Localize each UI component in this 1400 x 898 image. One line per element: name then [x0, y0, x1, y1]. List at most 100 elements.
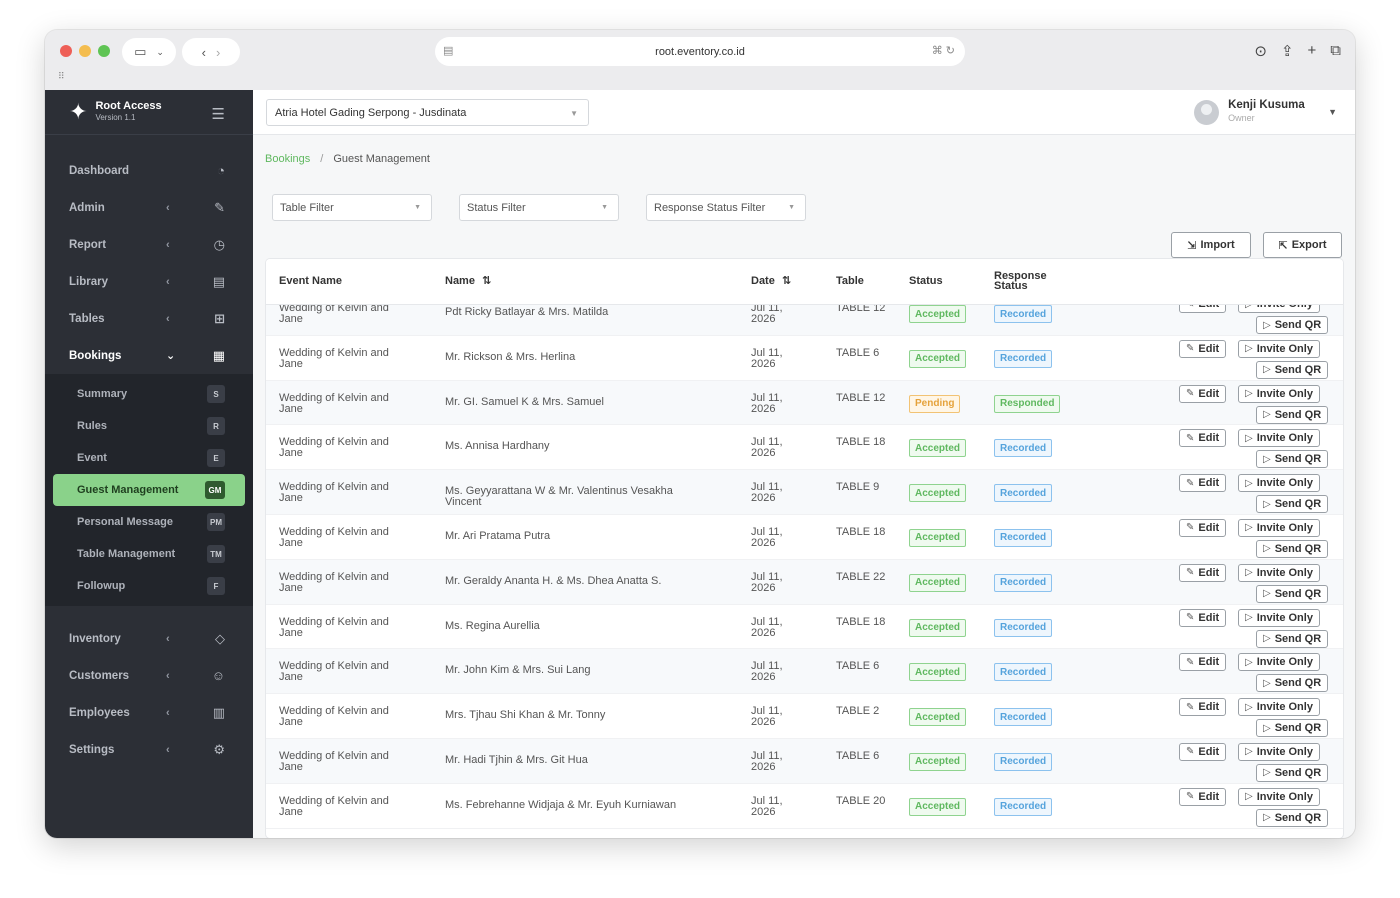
cell-name: Mr. Hadi Tjhin & Mrs. Git Hua: [445, 753, 588, 766]
send-icon: ▷: [1263, 677, 1271, 689]
invite-only-button[interactable]: ▷Invite Only: [1238, 608, 1320, 627]
edit-button[interactable]: ✎Edit: [1179, 608, 1227, 627]
hamburger-menu-icon[interactable]: ☰: [212, 105, 225, 123]
invite-only-button[interactable]: ▷Invite Only: [1238, 339, 1320, 358]
forward-icon[interactable]: ›: [216, 45, 220, 60]
invite-label: Invite Only: [1256, 342, 1313, 355]
invite-only-button[interactable]: ▷Invite Only: [1238, 384, 1320, 403]
table-filter-label: Table Filter: [280, 201, 334, 214]
subnav-item-followup[interactable]: Followup F: [45, 570, 253, 602]
send-qr-button[interactable]: ▷ Send QR: [1256, 360, 1329, 379]
send-qr-button[interactable]: ▷ Send QR: [1256, 763, 1329, 782]
import-button[interactable]: ⇲ Import: [1171, 232, 1251, 258]
export-button[interactable]: ⇱ Export: [1263, 232, 1342, 258]
send-qr-button[interactable]: ▷ Send QR: [1256, 405, 1329, 424]
edit-button[interactable]: ✎Edit: [1179, 698, 1227, 717]
sidebar-item-dashboard[interactable]: Dashboard ◔: [45, 152, 253, 189]
invite-only-button[interactable]: ▷Invite Only: [1238, 787, 1320, 806]
invite-only-button[interactable]: ▷Invite Only: [1238, 429, 1320, 448]
send-icon: ▷: [1263, 364, 1271, 376]
edit-button[interactable]: ✎Edit: [1179, 384, 1227, 403]
download-icon[interactable]: ⊙: [1254, 42, 1267, 60]
send-qr-button[interactable]: ▷ Send QR: [1256, 719, 1329, 738]
edit-button[interactable]: ✎Edit: [1179, 787, 1227, 806]
new-tab-icon[interactable]: +: [1308, 42, 1317, 60]
address-bar[interactable]: ▤ root.eventory.co.id ⌘ ↻: [435, 37, 965, 66]
send-icon: ▷: [1263, 409, 1271, 421]
sidebar-item-library[interactable]: Library ‹ ▤: [45, 263, 253, 300]
subnav-item-guest-management[interactable]: Guest Management GM: [53, 474, 245, 506]
send-qr-button[interactable]: ▷ Send QR: [1256, 539, 1329, 558]
share-icon[interactable]: ⇪: [1281, 42, 1294, 60]
subnav-item-rules[interactable]: Rules R: [45, 410, 253, 442]
edit-button[interactable]: ✎Edit: [1179, 518, 1227, 537]
edit-label: Edit: [1198, 701, 1220, 714]
subnav-item-summary[interactable]: Summary S: [45, 378, 253, 410]
shortcut-badge: TM: [207, 545, 225, 563]
user-menu[interactable]: Kenji Kusuma Owner ▼: [1194, 99, 1337, 125]
import-icon: ⇲: [1187, 239, 1197, 252]
send-qr-button[interactable]: ▷ Send QR: [1256, 316, 1329, 334]
sort-icon[interactable]: ⇅: [782, 275, 791, 287]
status-filter-select[interactable]: Status Filter ▼: [459, 194, 619, 221]
edit-button[interactable]: ✎Edit: [1179, 563, 1227, 582]
table-row: Wedding of Kelvin and Jane Mr. John Kim &…: [266, 649, 1343, 695]
send-qr-button[interactable]: ▷ Send QR: [1256, 450, 1329, 469]
sidebar-item-label: Employees: [69, 706, 130, 719]
invite-only-button[interactable]: ▷Invite Only: [1238, 474, 1320, 493]
sidebar-item-employees[interactable]: Employees ‹ ▥: [45, 694, 253, 731]
subnav-item-table-management[interactable]: Table Management TM: [45, 538, 253, 570]
sidebar-item-tables[interactable]: Tables ‹ ⊞: [45, 300, 253, 337]
send-qr-button[interactable]: ▷ Send QR: [1256, 629, 1329, 648]
zoom-window-button[interactable]: [98, 45, 110, 57]
chevron-left-icon: ‹: [166, 743, 170, 756]
invite-only-button[interactable]: ▷Invite Only: [1238, 563, 1320, 582]
cell-table: TABLE 22: [836, 570, 886, 583]
back-icon[interactable]: ‹: [202, 45, 206, 60]
subnav-item-personal-message[interactable]: Personal Message PM: [45, 506, 253, 538]
table-row: Wedding of Kelvin and Jane Mrs. Tjhau Shi…: [266, 694, 1343, 739]
breadcrumb-bookings-link[interactable]: Bookings: [265, 153, 310, 165]
tabs-overview-icon[interactable]: ⧉: [1330, 42, 1341, 60]
invite-only-button[interactable]: ▷Invite Only: [1238, 698, 1320, 717]
sidebar-item-report[interactable]: Report ‹ ◷: [45, 226, 253, 263]
sidebar-toggle-button[interactable]: ▭ ⌄: [122, 38, 176, 66]
sidebar-item-settings[interactable]: Settings ‹ ⚙: [45, 731, 253, 768]
edit-button[interactable]: ✎Edit: [1179, 429, 1227, 448]
invite-only-button[interactable]: ▷Invite Only: [1238, 653, 1320, 672]
response-status-filter-select[interactable]: Response Status Filter ▼: [646, 194, 806, 221]
send-qr-button[interactable]: ▷ Send QR: [1256, 674, 1329, 693]
send-qr-button[interactable]: ▷ Send QR: [1256, 584, 1329, 603]
invite-label: Invite Only: [1256, 521, 1313, 534]
minimize-window-button[interactable]: [79, 45, 91, 57]
subnav-item-event[interactable]: Event E: [45, 442, 253, 474]
edit-button[interactable]: ✎Edit: [1179, 339, 1227, 358]
venue-select[interactable]: Atria Hotel Gading Serpong - Jusdinata ▼: [266, 99, 589, 126]
invite-only-button[interactable]: ▷Invite Only: [1238, 742, 1320, 761]
col-date[interactable]: Date ⇅: [751, 275, 791, 287]
pencil-icon: ✎: [1186, 791, 1195, 803]
col-name[interactable]: Name ⇅: [445, 275, 491, 287]
sort-icon[interactable]: ⇅: [482, 275, 491, 287]
edit-button[interactable]: ✎Edit: [1179, 742, 1227, 761]
table-filter-select[interactable]: Table Filter ▼: [272, 194, 432, 221]
sidebar-item-inventory[interactable]: Inventory ‹ ◇: [45, 620, 253, 657]
send-qr-label: Send QR: [1274, 542, 1322, 555]
sidebar-item-customers[interactable]: Customers ‹ ☺: [45, 657, 253, 694]
send-qr-button[interactable]: ▷ Send QR: [1256, 495, 1329, 514]
translate-reload-icons[interactable]: ⌘ ↻: [932, 44, 955, 57]
send-icon: ▷: [1245, 612, 1253, 624]
close-window-button[interactable]: [60, 45, 72, 57]
send-qr-button[interactable]: ▷ Send QR: [1256, 808, 1329, 827]
invite-only-button[interactable]: ▷Invite Only: [1238, 518, 1320, 537]
edit-button[interactable]: ✎Edit: [1179, 653, 1227, 672]
send-icon: ▷: [1263, 319, 1271, 331]
send-qr-label: Send QR: [1274, 408, 1322, 421]
avatar: [1194, 99, 1220, 125]
chevron-left-icon: ‹: [166, 275, 170, 288]
sidebar-item-bookings[interactable]: Bookings ⌄ ▦: [45, 337, 253, 374]
sidebar-item-admin[interactable]: Admin ‹ ✎: [45, 189, 253, 226]
sidebar-item-label: Inventory: [69, 632, 121, 645]
brand[interactable]: ✦ Root Access Version 1.1 ☰: [45, 90, 253, 135]
edit-button[interactable]: ✎Edit: [1179, 474, 1227, 493]
